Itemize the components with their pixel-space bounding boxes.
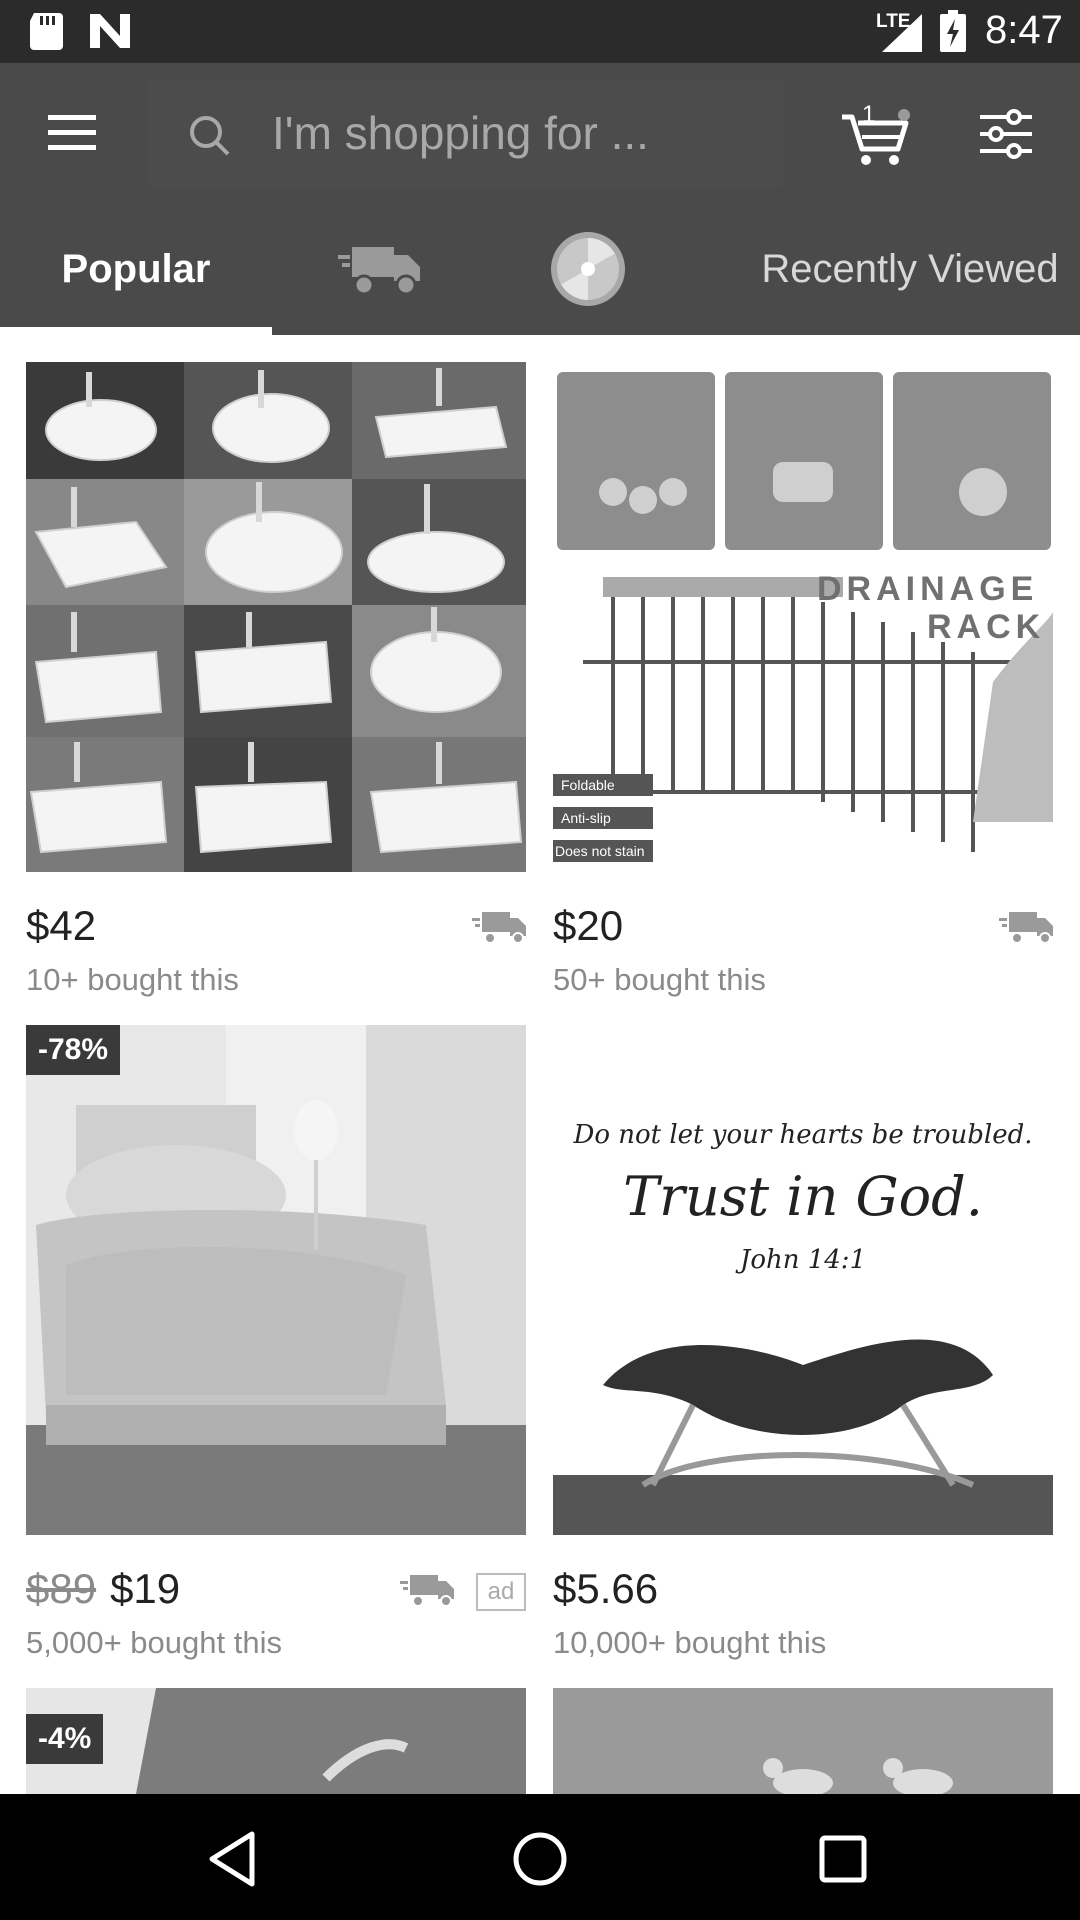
tab-selected-indicator	[0, 327, 272, 335]
bought-count: 5,000+ bought this	[26, 1625, 282, 1660]
clock: 8:47	[985, 8, 1063, 52]
tab-recently-viewed-label: Recently Viewed	[761, 246, 1059, 291]
product-card[interactable]: Do not let your hearts be troubled. Trus…	[553, 1025, 1053, 1675]
product-image-drainage-rack[interactable]: DRAINAGE RACK Foldable Anti-slip Does no…	[553, 362, 1053, 872]
menu-icon[interactable]	[40, 107, 104, 159]
delivery-truck-icon	[338, 247, 420, 295]
original-price: $89	[26, 1565, 97, 1612]
chaise-illustration	[553, 1339, 1053, 1535]
search-icon	[190, 116, 230, 156]
signal-icon	[882, 14, 922, 52]
tab-popular-label: Popular	[61, 246, 211, 291]
discount-badge: -78%	[26, 1025, 121, 1075]
product-image-sinks[interactable]	[26, 362, 526, 872]
tab-popular[interactable]: Popular	[0, 203, 272, 335]
decal-line2: Trust in God.	[623, 1165, 983, 1228]
product-card[interactable]: $42 10+ bought this	[26, 362, 526, 1012]
fast-shipping-icon	[400, 1575, 454, 1607]
image-title-line2: RACK	[927, 608, 1046, 646]
category-tabs: Popular Recently Viewed	[0, 203, 1080, 335]
feature-label: Anti-slip	[561, 810, 611, 826]
product-image-bedding[interactable]	[26, 1025, 526, 1535]
back-icon[interactable]	[200, 1824, 270, 1894]
feature-label: Foldable	[561, 777, 615, 793]
decal-line1: Do not let your hearts be troubled.	[573, 1120, 1033, 1150]
spin-wheel-icon	[550, 232, 625, 306]
recents-icon[interactable]	[808, 1824, 878, 1894]
search-input[interactable]	[272, 103, 752, 163]
tab-spin-wheel[interactable]	[530, 203, 645, 335]
product-price: $20	[553, 902, 624, 949]
fast-shipping-icon	[999, 912, 1053, 944]
discount-badge: -4%	[26, 1714, 104, 1764]
product-price: $42	[26, 902, 97, 949]
product-price: $89 $19	[26, 1565, 180, 1613]
product-card[interactable]: -78% $89 $19 ad 5,000+ bought this	[26, 1025, 526, 1675]
feature-label: Does not stain	[555, 843, 645, 859]
product-image[interactable]	[553, 1688, 1053, 1794]
product-card[interactable]: -4%	[26, 1688, 526, 1794]
bought-count: 50+ bought this	[553, 962, 766, 997]
tab-fast-shipping[interactable]	[320, 203, 440, 335]
status-bar: LTE 8:47	[0, 0, 1080, 63]
product-image-wall-decal[interactable]: Do not let your hearts be troubled. Trus…	[553, 1025, 1053, 1535]
cart-count: 1	[862, 101, 876, 128]
app-header: 1	[0, 63, 1080, 203]
sd-card-icon	[30, 13, 63, 50]
sale-price: $19	[110, 1565, 181, 1612]
battery-charging-icon	[940, 10, 966, 52]
image-title-line1: DRAINAGE	[817, 570, 1039, 608]
product-card[interactable]: DRAINAGE RACK Foldable Anti-slip Does no…	[553, 362, 1053, 1012]
product-price: $5.66	[553, 1565, 659, 1612]
fast-shipping-icon	[472, 912, 526, 944]
bought-count: 10+ bought this	[26, 962, 239, 997]
decal-line3: John 14:1	[739, 1245, 867, 1275]
home-icon[interactable]	[505, 1824, 575, 1894]
filter-icon[interactable]	[978, 109, 1034, 159]
bought-count: 10,000+ bought this	[553, 1625, 827, 1660]
tab-recently-viewed[interactable]: Recently Viewed	[740, 203, 1080, 335]
search-box[interactable]	[148, 79, 783, 187]
system-nav-bar	[0, 1794, 1080, 1920]
ad-badge: ad	[476, 1573, 526, 1611]
n-logo-icon	[90, 14, 130, 48]
product-card[interactable]	[553, 1688, 1053, 1794]
cart-notification-dot	[898, 109, 910, 121]
